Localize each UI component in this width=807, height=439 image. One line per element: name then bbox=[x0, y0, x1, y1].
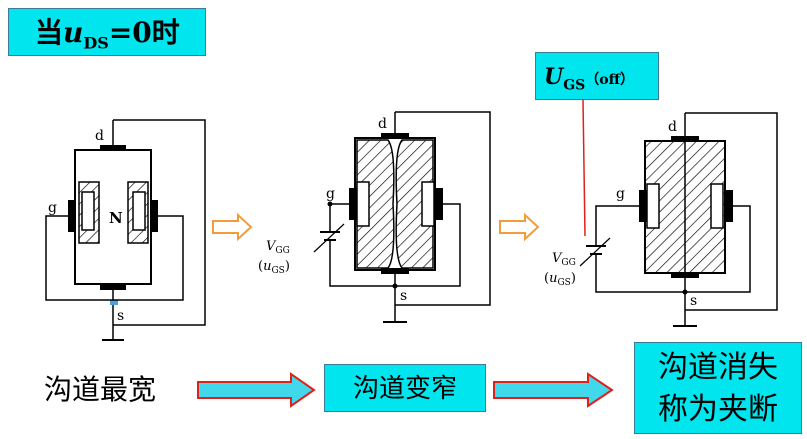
title-box: 当uDS=0时 bbox=[8, 8, 206, 56]
pinch-off-voltage-box: UGS（off） bbox=[535, 52, 659, 100]
drain-label: d bbox=[95, 128, 104, 144]
source-label: s bbox=[690, 293, 697, 309]
gate-label: g bbox=[48, 200, 57, 216]
vgg-label: VGG bbox=[552, 251, 576, 268]
figure-narrow: d g s VGG (uGS) bbox=[258, 111, 491, 323]
caption-pinch-off: 沟道消失 称为夹断 bbox=[634, 342, 802, 434]
caption-channel-narrow: 沟道变窄 bbox=[324, 364, 486, 412]
drain-label: d bbox=[378, 116, 387, 132]
gate-label: g bbox=[326, 186, 335, 202]
vgg-label: VGG bbox=[266, 239, 290, 256]
caption-pinch-line2: 称为夹断 bbox=[658, 392, 778, 427]
gate-label: g bbox=[616, 186, 625, 202]
figure-pinch: d g s VGG (uGS) bbox=[544, 112, 778, 327]
drain-label: d bbox=[668, 119, 677, 135]
bottom-arrow-2 bbox=[493, 372, 614, 408]
caption-channel-widest: 沟道最宽 bbox=[44, 373, 157, 406]
channel-label: N bbox=[109, 209, 123, 227]
ugs-label: (uGS) bbox=[258, 259, 290, 276]
orange-arrow-2 bbox=[499, 212, 540, 242]
figure-widest: d g s N bbox=[45, 119, 206, 341]
caption-pinch-line1: 沟道消失 bbox=[658, 350, 778, 385]
source-label: s bbox=[117, 308, 124, 324]
pinch-pointer-line bbox=[582, 99, 586, 237]
source-label: s bbox=[400, 288, 407, 304]
ugs-label: (uGS) bbox=[544, 271, 576, 288]
bottom-arrow-1 bbox=[197, 372, 316, 408]
orange-arrow-1 bbox=[212, 212, 253, 242]
